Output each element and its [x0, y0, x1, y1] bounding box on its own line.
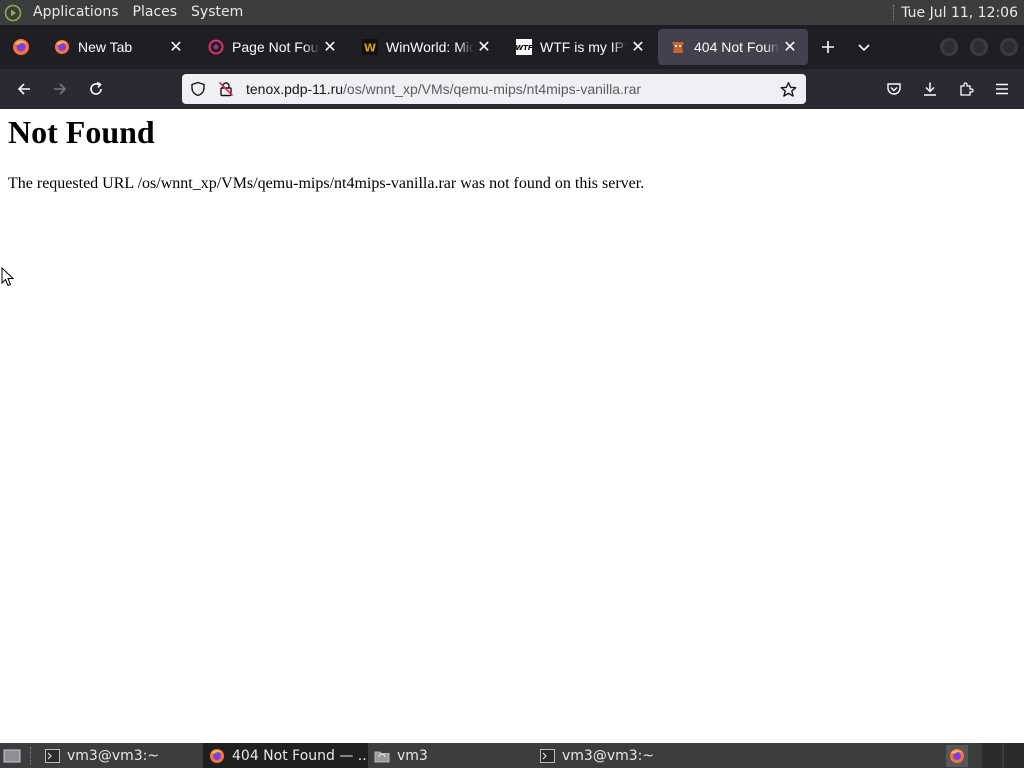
wtf-icon: WTF [516, 39, 532, 55]
winworld-icon: W [362, 39, 378, 55]
task-terminal-1[interactable]: vm3@vm3:~ [38, 743, 203, 768]
tab-wtf-ip[interactable]: WTF WTF is my IP?!?! ✕ [504, 29, 656, 65]
close-tab-icon[interactable]: ✕ [474, 37, 494, 57]
taskbar-grip [30, 746, 38, 765]
close-window-button[interactable] [1000, 38, 1018, 56]
url-host: tenox.pdp-11.ru [246, 81, 344, 97]
app-menu-button[interactable] [984, 73, 1020, 105]
tab-new-tab[interactable]: New Tab ✕ [42, 29, 194, 65]
forward-button[interactable] [42, 73, 78, 105]
minimize-window-button[interactable] [940, 38, 958, 56]
svg-text:WTF: WTF [516, 44, 532, 52]
plus-icon [822, 41, 834, 53]
folder-icon [374, 748, 390, 764]
bear-icon [670, 39, 686, 55]
clock-text: Tue Jul 11, 12:06 [901, 4, 1018, 21]
panel-separator [893, 4, 895, 21]
navigation-bar: tenox.pdp-11.ru/os/wnnt_xp/VMs/qemu-mips… [0, 69, 1024, 109]
terminal-icon [539, 748, 555, 764]
firefox-view-button[interactable] [0, 25, 42, 69]
pocket-icon [887, 83, 901, 95]
desktop-icon [3, 749, 21, 762]
close-tab-icon[interactable]: ✕ [628, 37, 648, 57]
tab-title: WTF is my IP?!?! [540, 39, 628, 55]
pocket-button[interactable] [876, 73, 912, 105]
terminal-icon [44, 748, 60, 764]
back-button[interactable] [6, 73, 42, 105]
download-icon [924, 82, 936, 96]
task-label: 404 Not Found — ... [232, 747, 368, 764]
reload-icon [90, 81, 102, 95]
tab-winworld[interactable]: W WinWorld: Micro ✕ [350, 29, 502, 65]
extensions-button[interactable] [948, 73, 984, 105]
page-content: Not Found The requested URL /os/wnnt_xp/… [0, 109, 1024, 743]
task-firefox[interactable]: 404 Not Found — ... [203, 743, 368, 768]
reload-button[interactable] [78, 73, 114, 105]
close-tab-icon[interactable]: ✕ [166, 37, 186, 57]
show-desktop-button[interactable] [0, 743, 24, 768]
tab-title: WinWorld: Micro [386, 39, 474, 55]
tab-404-not-found[interactable]: 404 Not Found ✕ [658, 29, 808, 65]
tab-page-not-found[interactable]: Page Not Found ✕ [196, 29, 348, 65]
new-tab-button[interactable] [810, 29, 846, 65]
firefox-icon [13, 39, 29, 55]
taskbar: vm3@vm3:~ 404 Not Found — ... vm3 vm3@vm… [0, 743, 1024, 768]
workspace-switcher-1[interactable] [982, 743, 1002, 768]
firefox-icon [54, 39, 70, 55]
address-bar[interactable]: tenox.pdp-11.ru/os/wnnt_xp/VMs/qemu-mips… [182, 74, 806, 104]
insecure-lock-icon[interactable] [212, 74, 240, 104]
task-label: vm3@vm3:~ [67, 747, 160, 764]
svg-text:W: W [364, 42, 376, 55]
mouse-pointer-icon [1, 266, 15, 292]
task-label: vm3 [397, 747, 428, 764]
back-arrow-icon [17, 83, 30, 95]
close-tab-icon[interactable]: ✕ [320, 37, 340, 57]
shield-icon[interactable] [184, 74, 212, 104]
forward-arrow-icon [54, 83, 67, 95]
url-path: /os/wnnt_xp/VMs/qemu-mips/nt4mips-vanill… [343, 81, 642, 97]
tab-strip: New Tab ✕ Page Not Found ✕ W WinWorld: M… [0, 25, 1024, 69]
workspace-firefox-icon[interactable] [946, 744, 968, 767]
bookmark-star-icon[interactable] [774, 74, 802, 104]
url-text[interactable]: tenox.pdp-11.ru/os/wnnt_xp/VMs/qemu-mips… [246, 81, 774, 97]
tab-title: Page Not Found [232, 39, 320, 55]
system-menu[interactable]: System [184, 0, 250, 25]
page-heading: Not Found [8, 114, 155, 150]
tab-title: New Tab [78, 39, 133, 55]
puzzle-piece-icon [960, 82, 974, 96]
downloads-button[interactable] [912, 73, 948, 105]
maximize-window-button[interactable] [970, 38, 988, 56]
system-tray [946, 743, 1024, 768]
distro-logo-icon[interactable] [0, 0, 26, 25]
top-panel: Applications Places System Tue Jul 11, 1… [0, 0, 1024, 25]
list-all-tabs-button[interactable] [846, 29, 882, 65]
task-file-manager[interactable]: vm3 [368, 743, 533, 768]
applications-menu[interactable]: Applications [26, 0, 126, 25]
bubble-icon [208, 39, 224, 55]
hamburger-menu-icon [996, 83, 1008, 95]
chevron-down-icon [858, 44, 870, 52]
tab-title: 404 Not Found [694, 39, 780, 55]
firefox-icon [209, 748, 225, 764]
task-label: vm3@vm3:~ [562, 747, 655, 764]
close-tab-icon[interactable]: ✕ [780, 37, 800, 57]
clock[interactable]: Tue Jul 11, 12:06 [893, 4, 1024, 21]
workspace-switcher-2[interactable] [1004, 743, 1024, 768]
task-terminal-2[interactable]: vm3@vm3:~ [533, 743, 698, 768]
error-message: The requested URL /os/wnnt_xp/VMs/qemu-m… [8, 175, 645, 192]
places-menu[interactable]: Places [126, 0, 185, 25]
